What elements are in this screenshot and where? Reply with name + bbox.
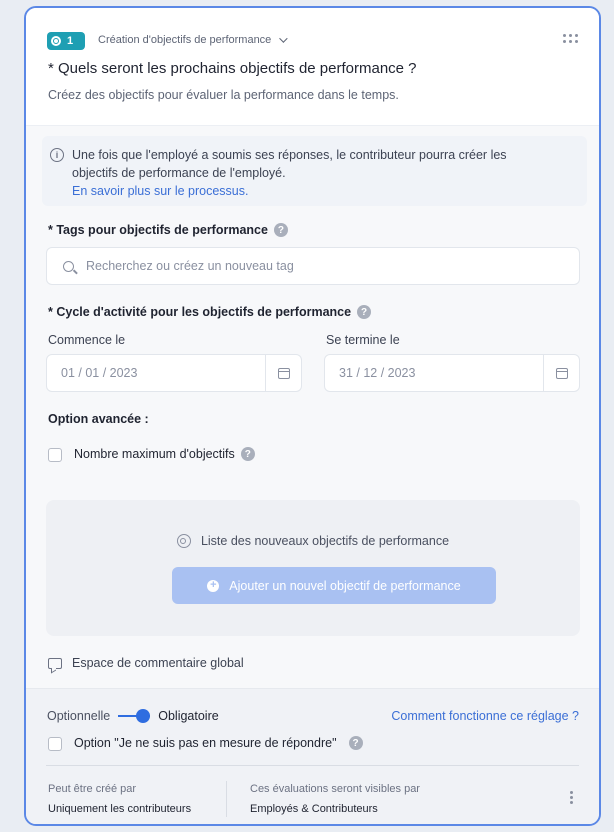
- question-header: 1 Création d'objectifs de performance * …: [26, 8, 599, 126]
- learn-more-link[interactable]: En savoir plus sur le processus.: [72, 182, 577, 200]
- start-date-label: Commence le: [48, 333, 126, 347]
- required-toggle-row: Optionnelle Obligatoire: [47, 709, 219, 723]
- max-objectives-checkbox[interactable]: [48, 448, 62, 462]
- cycle-label: * Cycle d'activité pour les objectifs de…: [48, 305, 372, 319]
- search-icon: [63, 260, 74, 272]
- visible-by-value: Employés & Contributeurs: [250, 803, 378, 815]
- add-objective-button[interactable]: + Ajouter un nouvel objectif de performa…: [172, 567, 496, 604]
- help-icon[interactable]: ?: [357, 305, 372, 319]
- objectives-list-title: Liste des nouveaux objectifs de performa…: [200, 534, 450, 548]
- help-icon[interactable]: ?: [240, 447, 255, 461]
- more-options-icon[interactable]: [570, 791, 573, 804]
- tags-label-text: * Tags pour objectifs de performance: [48, 223, 268, 237]
- plus-circle-icon: +: [207, 579, 220, 592]
- visible-by-label: Ces évaluations seront visibles par: [250, 783, 420, 795]
- advanced-option-label: Option avancée :: [48, 412, 149, 426]
- tags-label: * Tags pour objectifs de performance ?: [48, 223, 288, 237]
- help-icon[interactable]: ?: [348, 736, 363, 750]
- end-date-input[interactable]: 31 / 12 / 2023: [324, 354, 580, 392]
- global-comment-option[interactable]: Espace de commentaire global: [48, 656, 244, 670]
- comment-icon: [48, 657, 62, 669]
- info-text-line1: Une fois que l'employé a soumis ses répo…: [72, 148, 507, 162]
- end-calendar-button[interactable]: [543, 355, 579, 391]
- target-icon: [176, 534, 191, 548]
- question-number: 1: [67, 35, 74, 47]
- question-type-dropdown[interactable]: Création d'objectifs de performance: [98, 34, 288, 46]
- target-icon: [51, 36, 61, 46]
- how-setting-works-link[interactable]: Comment fonctionne ce réglage ?: [391, 709, 579, 723]
- start-date-input[interactable]: 01 / 01 / 2023: [46, 354, 302, 392]
- objectives-list-header: Liste des nouveaux objectifs de performa…: [46, 534, 580, 548]
- objectives-list-panel: Liste des nouveaux objectifs de performa…: [46, 500, 580, 636]
- drag-handle-icon[interactable]: [563, 34, 579, 44]
- created-by-value: Uniquement les contributeurs: [48, 803, 192, 815]
- divider: [46, 765, 579, 766]
- chevron-down-icon: [279, 34, 288, 43]
- created-by-label: Peut être créé par: [48, 783, 137, 795]
- tags-search-placeholder: Recherchez ou créez un nouveau tag: [86, 259, 294, 273]
- cycle-label-text: * Cycle d'activité pour les objectifs de…: [48, 305, 352, 319]
- unable-to-answer-label: Option "Je ne suis pas en mesure de répo…: [74, 736, 337, 750]
- advanced-option-label-text: Option avancée :: [48, 412, 149, 426]
- visible-by-block[interactable]: Ces évaluations seront visibles par Empl…: [250, 779, 420, 819]
- info-banner: i Une fois que l'employé a soumis ses ré…: [42, 136, 587, 206]
- question-card: 1 Création d'objectifs de performance * …: [24, 6, 601, 826]
- global-comment-label: Espace de commentaire global: [72, 656, 244, 670]
- toggle-optional-label[interactable]: Optionnelle: [47, 709, 110, 723]
- end-date-label: Se termine le: [326, 333, 400, 347]
- created-by-block[interactable]: Peut être créé par Uniquement les contri…: [48, 779, 191, 819]
- question-badge: 1: [47, 32, 85, 50]
- calendar-icon: [277, 367, 290, 379]
- max-objectives-row: Nombre maximum d'objectifs ?: [74, 447, 255, 461]
- unable-to-answer-checkbox[interactable]: [48, 737, 62, 751]
- start-calendar-button[interactable]: [265, 355, 301, 391]
- vertical-divider: [226, 781, 227, 817]
- required-toggle[interactable]: [118, 709, 151, 723]
- question-title[interactable]: * Quels seront les prochains objectifs d…: [48, 60, 417, 77]
- add-objective-label: Ajouter un nouvel objectif de performanc…: [229, 578, 461, 593]
- calendar-icon: [555, 367, 568, 379]
- tags-search-input[interactable]: Recherchez ou créez un nouveau tag: [46, 247, 580, 285]
- end-date-value: 31 / 12 / 2023: [339, 366, 416, 380]
- question-subtitle[interactable]: Créez des objectifs pour évaluer la perf…: [48, 88, 399, 102]
- start-date-value: 01 / 01 / 2023: [61, 366, 138, 380]
- unable-to-answer-row: Option "Je ne suis pas en mesure de répo…: [74, 736, 363, 750]
- info-text-line2: objectifs de performance de l'employé.: [72, 166, 286, 180]
- toggle-required-label[interactable]: Obligatoire: [158, 709, 218, 723]
- max-objectives-label: Nombre maximum d'objectifs: [74, 447, 235, 461]
- help-icon[interactable]: ?: [273, 223, 288, 237]
- info-icon: i: [50, 148, 64, 162]
- settings-footer: Optionnelle Obligatoire Comment fonction…: [26, 688, 599, 824]
- question-type-label: Création d'objectifs de performance: [98, 34, 272, 46]
